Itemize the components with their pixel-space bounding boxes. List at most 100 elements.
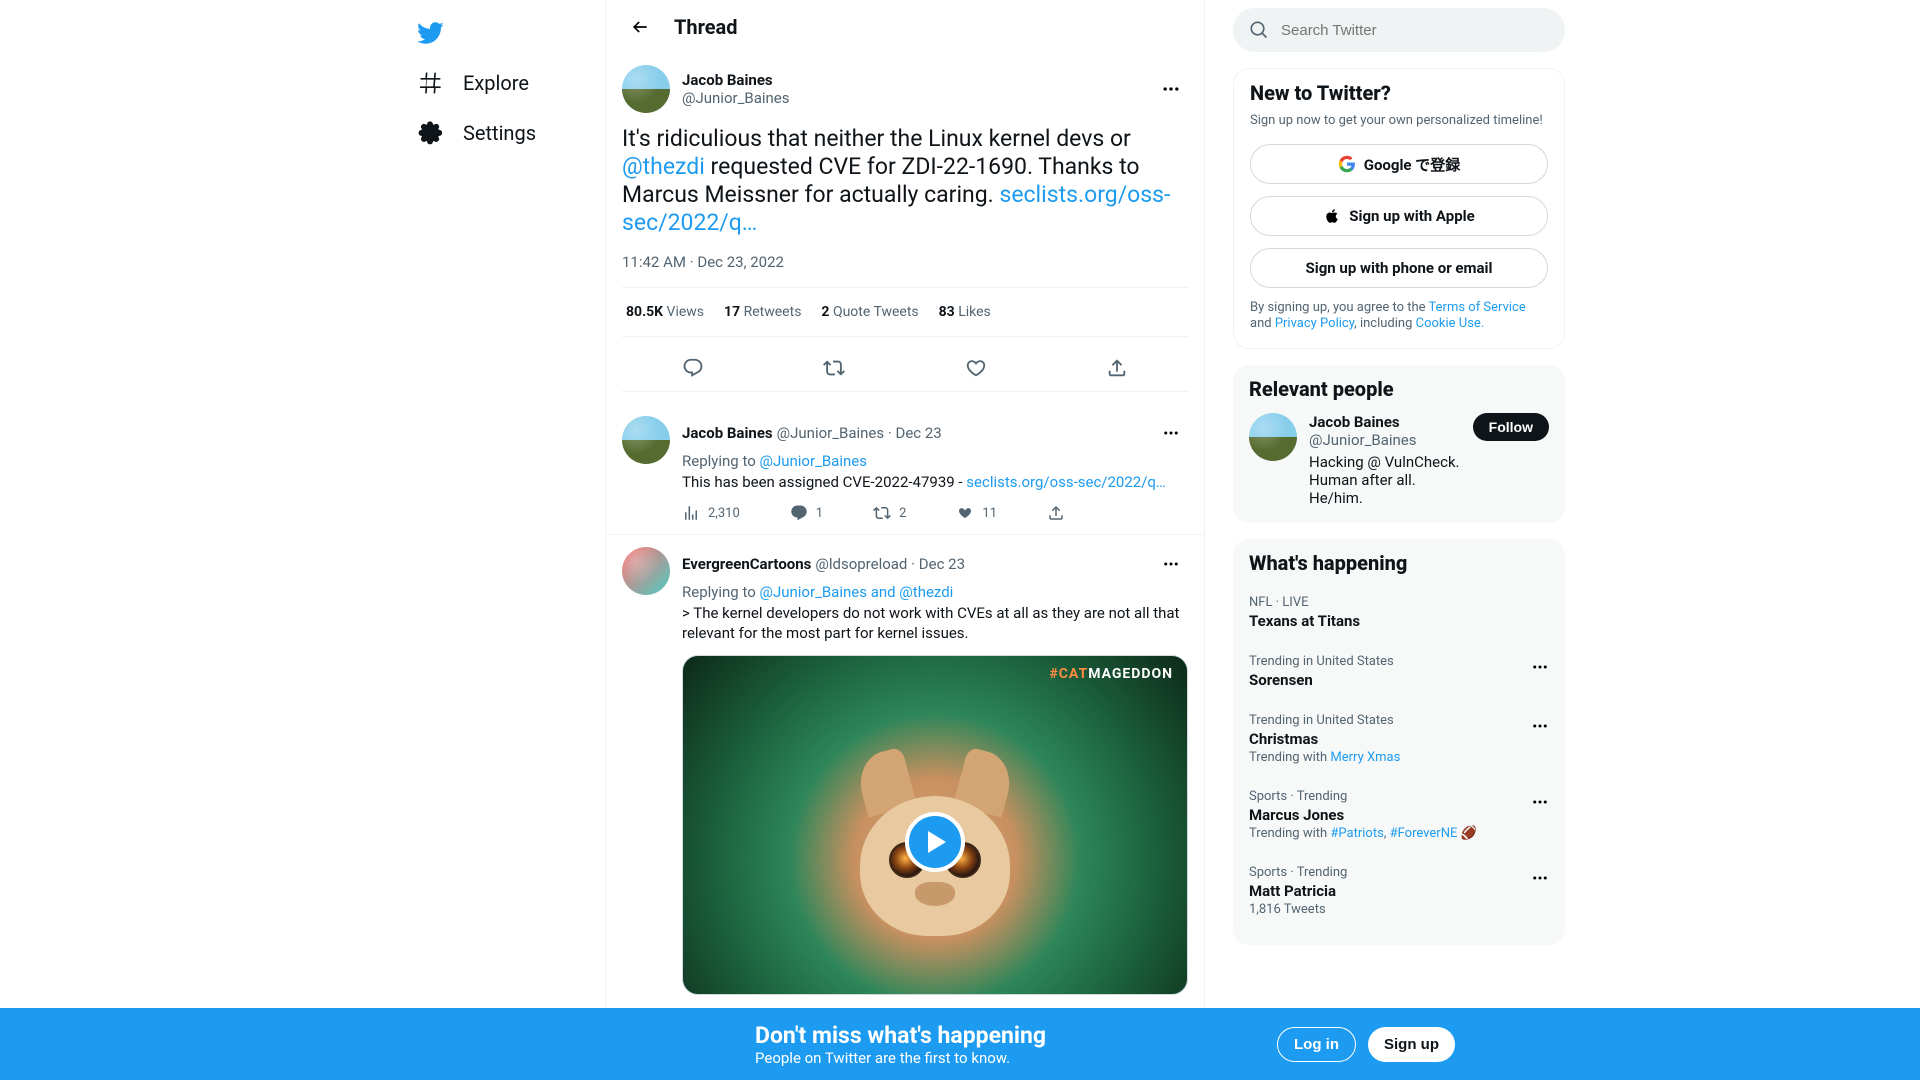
- follow-button[interactable]: Follow: [1473, 413, 1549, 441]
- trend-item[interactable]: NFL · LIVE Texans at Titans: [1249, 583, 1549, 642]
- banner-title: Don't miss what's happening: [755, 1022, 1277, 1049]
- signup-google-button[interactable]: Google で登録: [1250, 144, 1548, 184]
- stat-likes[interactable]: 83 Likes: [939, 304, 991, 320]
- tos-link[interactable]: Terms of Service: [1429, 300, 1526, 315]
- happening-title: What's happening: [1249, 551, 1549, 575]
- trend-item[interactable]: Sports · Trending Matt Patricia 1,816 Tw…: [1249, 853, 1549, 929]
- reply-button[interactable]: 1: [790, 504, 823, 522]
- twitter-logo[interactable]: [405, 8, 455, 58]
- more-icon: [1162, 555, 1180, 573]
- signup-card: New to Twitter? Sign up now to get your …: [1233, 68, 1565, 349]
- signup-button[interactable]: Sign up: [1368, 1027, 1455, 1062]
- stat-retweets[interactable]: 17 Retweets: [724, 304, 801, 320]
- cookie-link[interactable]: Cookie Use.: [1416, 316, 1485, 331]
- thread-header: Thread: [606, 0, 1204, 53]
- google-icon: [1338, 155, 1356, 173]
- external-link[interactable]: seclists.org/oss-sec/2022/q…: [966, 473, 1166, 491]
- more-icon: [1531, 793, 1549, 811]
- legal-text: By signing up, you agree to the Terms of…: [1250, 300, 1548, 332]
- page-title: Thread: [674, 15, 738, 39]
- trend-item[interactable]: Trending in United States Sorensen: [1249, 642, 1549, 701]
- whats-happening-card: What's happening NFL · LIVE Texans at Ti…: [1233, 539, 1565, 945]
- avatar[interactable]: [622, 547, 670, 595]
- reply-tweet[interactable]: EvergreenCartoons @ldsopreload · Dec 23 …: [606, 535, 1204, 1007]
- avatar[interactable]: [1249, 413, 1297, 461]
- tweet-text: It's ridiculious that neither the Linux …: [622, 125, 1188, 237]
- hash-icon: [417, 70, 443, 96]
- share-button[interactable]: [1047, 504, 1065, 522]
- author-name[interactable]: Jacob Baines: [682, 424, 773, 442]
- author-name[interactable]: Jacob Baines: [682, 71, 1154, 89]
- share-icon: [1106, 357, 1128, 379]
- more-icon: [1531, 869, 1549, 887]
- more-icon: [1531, 717, 1549, 735]
- search-icon: [1249, 20, 1269, 40]
- relevant-people-card: Relevant people Jacob Baines @Junior_Bai…: [1233, 365, 1565, 523]
- author-name[interactable]: EvergreenCartoons: [682, 555, 811, 573]
- tweet-more-button[interactable]: [1154, 72, 1188, 106]
- person-handle[interactable]: @Junior_Baines: [1309, 431, 1473, 449]
- banner-subtitle: People on Twitter are the first to know.: [755, 1049, 1277, 1067]
- trend-item[interactable]: Trending in United States Christmas Tren…: [1249, 701, 1549, 777]
- nav-explore-label: Explore: [463, 71, 529, 95]
- person-name[interactable]: Jacob Baines: [1309, 413, 1473, 431]
- retweet-button[interactable]: 2: [873, 504, 906, 522]
- trend-more-button[interactable]: [1523, 650, 1557, 684]
- retweet-button[interactable]: [815, 349, 853, 387]
- trend-more-button[interactable]: [1523, 709, 1557, 743]
- play-button[interactable]: [905, 812, 965, 872]
- signup-banner: Don't miss what's happening People on Tw…: [0, 1008, 1920, 1080]
- retweet-icon: [873, 504, 891, 522]
- replying-to: Replying to @Junior_Baines and @thezdi: [682, 583, 1188, 601]
- privacy-link[interactable]: Privacy Policy: [1275, 316, 1354, 331]
- tweet-more-button[interactable]: [1154, 416, 1188, 450]
- avatar[interactable]: [622, 65, 670, 113]
- author-handle[interactable]: @Junior_Baines · Dec 23: [777, 424, 942, 442]
- trend-more-button[interactable]: [1523, 861, 1557, 895]
- author-handle[interactable]: @Junior_Baines: [682, 89, 1154, 107]
- reply-icon: [682, 357, 704, 379]
- share-icon: [1047, 504, 1065, 522]
- more-icon: [1531, 658, 1549, 676]
- views-button[interactable]: 2,310: [682, 504, 740, 522]
- trend-more-button[interactable]: [1523, 785, 1557, 819]
- author-handle[interactable]: @ldsopreload · Dec 23: [815, 555, 965, 573]
- heart-icon: [965, 357, 987, 379]
- relevant-person[interactable]: Jacob Baines @Junior_Baines Hacking @ Vu…: [1249, 413, 1549, 507]
- mention-link[interactable]: @thezdi: [622, 153, 705, 180]
- tweet-timestamp[interactable]: 11:42 AM · Dec 23, 2022: [622, 253, 1188, 271]
- nav-settings-label: Settings: [463, 121, 536, 145]
- tweet-media[interactable]: #CATMAGEDDON: [682, 655, 1188, 995]
- back-button[interactable]: [622, 9, 658, 45]
- main-tweet: Jacob Baines @Junior_Baines It's ridicul…: [606, 53, 1204, 404]
- avatar[interactable]: [622, 416, 670, 464]
- trend-item[interactable]: Sports · Trending Marcus Jones Trending …: [1249, 777, 1549, 853]
- arrow-left-icon: [630, 17, 650, 37]
- more-icon: [1162, 424, 1180, 442]
- nav-explore[interactable]: Explore: [405, 58, 557, 108]
- chart-icon: [682, 504, 700, 522]
- heart-icon: [956, 504, 974, 522]
- nav-settings[interactable]: Settings: [405, 108, 564, 158]
- tweet-stats: 80.5K Views 17 Retweets 2 Quote Tweets 8…: [622, 287, 1188, 337]
- tweet-text: > The kernel developers do not work with…: [682, 603, 1188, 643]
- share-button[interactable]: [1098, 349, 1136, 387]
- reply-tweet[interactable]: Jacob Baines @Junior_Baines · Dec 23 Rep…: [606, 404, 1204, 535]
- search-box[interactable]: [1233, 8, 1565, 52]
- login-button[interactable]: Log in: [1277, 1027, 1356, 1062]
- replying-to: Replying to @Junior_Baines: [682, 452, 1188, 470]
- like-button[interactable]: [957, 349, 995, 387]
- more-icon: [1161, 79, 1181, 99]
- gear-icon: [417, 120, 443, 146]
- tweet-text: This has been assigned CVE-2022-47939 - …: [682, 472, 1188, 492]
- signup-apple-button[interactable]: Sign up with Apple: [1250, 196, 1548, 236]
- signup-phone-button[interactable]: Sign up with phone or email: [1250, 248, 1548, 288]
- search-input[interactable]: [1281, 22, 1549, 39]
- signup-title: New to Twitter?: [1250, 81, 1548, 105]
- reply-button[interactable]: [674, 349, 712, 387]
- like-button[interactable]: 11: [956, 504, 997, 522]
- tweet-more-button[interactable]: [1154, 547, 1188, 581]
- stat-views[interactable]: 80.5K Views: [626, 304, 704, 320]
- reply-icon: [790, 504, 808, 522]
- stat-quotes[interactable]: 2 Quote Tweets: [821, 304, 918, 320]
